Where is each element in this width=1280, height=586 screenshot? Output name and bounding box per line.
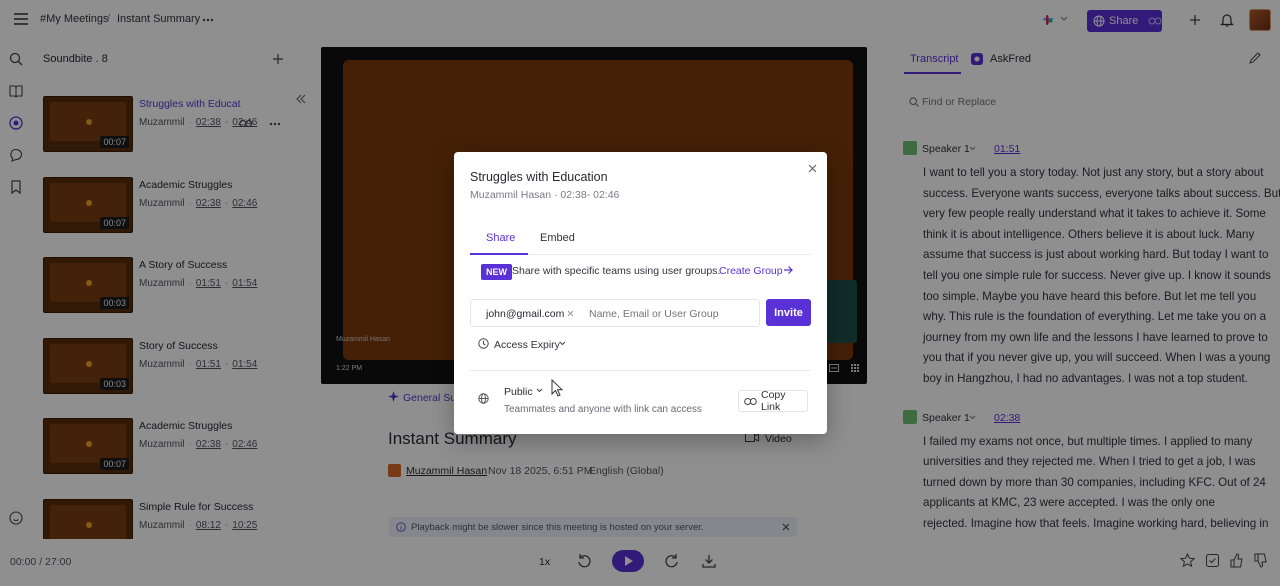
arrow-right-icon[interactable] [783,265,793,275]
invite-input-box[interactable]: john@gmail.com [470,299,760,327]
expiry-chevron-icon[interactable] [559,341,566,346]
mouse-cursor-icon [551,379,563,397]
section-divider [470,370,811,371]
new-badge: NEW [481,264,512,280]
share-modal: Struggles with Education Muzammil Hasan … [454,152,827,434]
close-icon[interactable] [808,164,817,173]
visibility-select[interactable]: Public [504,386,533,398]
tab-share[interactable]: Share [486,232,515,244]
create-group-link[interactable]: Create Group [719,265,783,277]
visibility-description: Teammates and anyone with link can acces… [504,404,702,415]
email-chip: john@gmail.com [486,308,565,320]
invite-input[interactable] [589,306,754,322]
modal-subtitle: Muzammil Hasan · 02:38- 02:46 [470,189,620,201]
visibility-chevron-icon[interactable] [536,388,543,393]
promo-text: Share with specific teams using user gro… [512,265,721,277]
invite-button[interactable]: Invite [766,299,811,326]
remove-chip-icon[interactable] [567,310,574,317]
globe-icon [478,393,489,404]
copy-link-label: Copy Link [761,389,786,413]
active-tab-indicator [470,253,528,255]
copy-link-button[interactable]: Copy Link [738,389,808,413]
copy-link-icon [744,397,757,406]
access-expiry[interactable]: Access Expiry [494,339,560,351]
modal-title: Struggles with Education [470,170,608,184]
clock-icon [478,338,489,349]
tab-embed[interactable]: Embed [540,232,575,244]
